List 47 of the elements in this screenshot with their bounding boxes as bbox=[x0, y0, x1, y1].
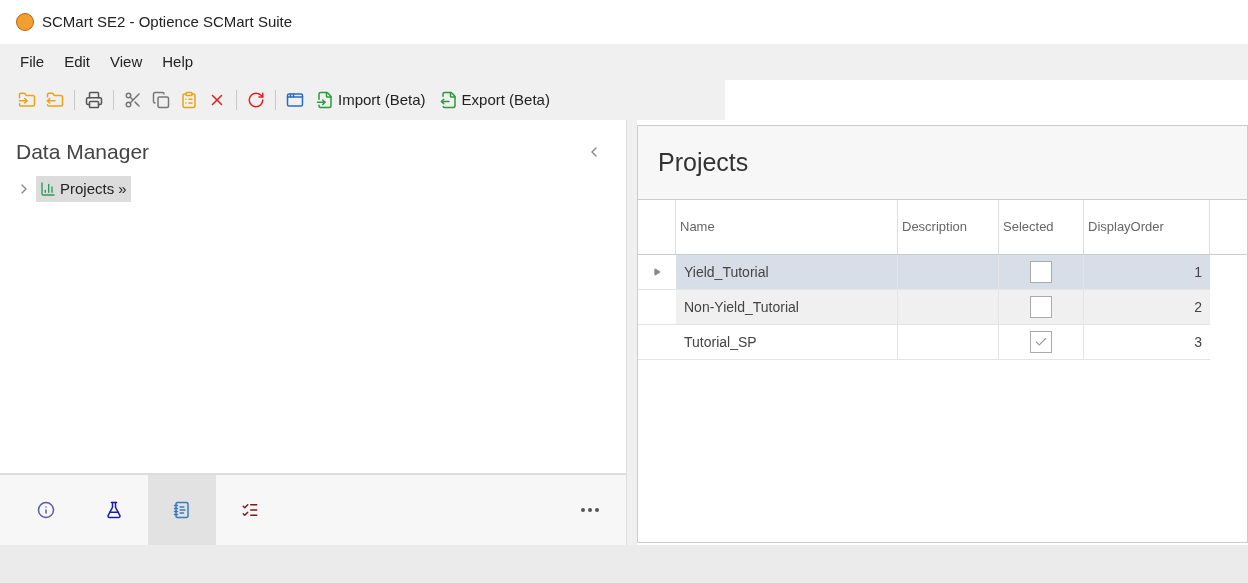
folder-arrow-icon bbox=[46, 91, 64, 109]
checkbox[interactable] bbox=[1030, 296, 1052, 318]
toolbar-button[interactable] bbox=[150, 89, 172, 111]
nav-tab[interactable] bbox=[148, 475, 216, 545]
menu-item[interactable]: Help bbox=[154, 50, 202, 74]
table-cell-text: Tutorial_SP bbox=[684, 332, 757, 352]
refresh-icon bbox=[247, 91, 265, 109]
table-row[interactable]: Non-Yield_Tutorial 2 bbox=[638, 290, 1210, 325]
app-logo-icon bbox=[16, 13, 34, 31]
notebook-icon bbox=[173, 501, 191, 519]
menu-item[interactable]: File bbox=[12, 50, 53, 74]
toolbar-button[interactable]: Export (Beta) bbox=[435, 88, 554, 112]
checklist-icon bbox=[241, 501, 259, 519]
table-cell-text: Yield_Tutorial bbox=[684, 262, 769, 282]
column-header[interactable]: Description bbox=[902, 217, 968, 237]
table-row[interactable]: Yield_Tutorial 1 bbox=[638, 255, 1210, 290]
open-folder-icon bbox=[18, 91, 36, 109]
paste-icon bbox=[180, 91, 198, 109]
info-icon bbox=[37, 501, 55, 519]
panel-title: Projects bbox=[658, 146, 749, 178]
table-cell-text: 3 bbox=[1194, 332, 1202, 352]
table-row[interactable]: Tutorial_SP 3 bbox=[638, 325, 1210, 360]
tree-item[interactable]: Projects » bbox=[36, 175, 131, 202]
column-header[interactable]: DisplayOrder bbox=[1088, 217, 1164, 237]
check-icon bbox=[1034, 335, 1048, 349]
checkbox[interactable] bbox=[1030, 261, 1052, 283]
window-title: SCMart SE2 - Optience SCMart Suite bbox=[42, 11, 293, 32]
toolbar-button[interactable]: Import (Beta) bbox=[312, 88, 430, 112]
table-cell-text: 2 bbox=[1194, 297, 1202, 317]
panel-title: Data Manager bbox=[16, 139, 150, 165]
menu-item[interactable]: Edit bbox=[56, 50, 99, 74]
cut-icon bbox=[124, 91, 142, 109]
toolbar-button[interactable] bbox=[83, 89, 105, 111]
export-icon bbox=[439, 91, 458, 109]
table-cell-text: 1 bbox=[1194, 262, 1202, 282]
copy-icon bbox=[152, 91, 170, 109]
menu-item[interactable]: View bbox=[102, 50, 151, 74]
window-info-icon bbox=[286, 91, 304, 109]
print-icon bbox=[85, 91, 103, 109]
flask-icon bbox=[105, 501, 123, 519]
chart-icon bbox=[40, 180, 56, 197]
column-header[interactable]: Selected bbox=[1003, 217, 1054, 237]
checkbox[interactable] bbox=[1030, 331, 1052, 353]
table-cell-text: Non-Yield_Tutorial bbox=[684, 297, 799, 317]
row-indicator-icon bbox=[653, 268, 661, 276]
column-header[interactable]: Name bbox=[680, 217, 715, 237]
import-icon bbox=[316, 91, 334, 109]
